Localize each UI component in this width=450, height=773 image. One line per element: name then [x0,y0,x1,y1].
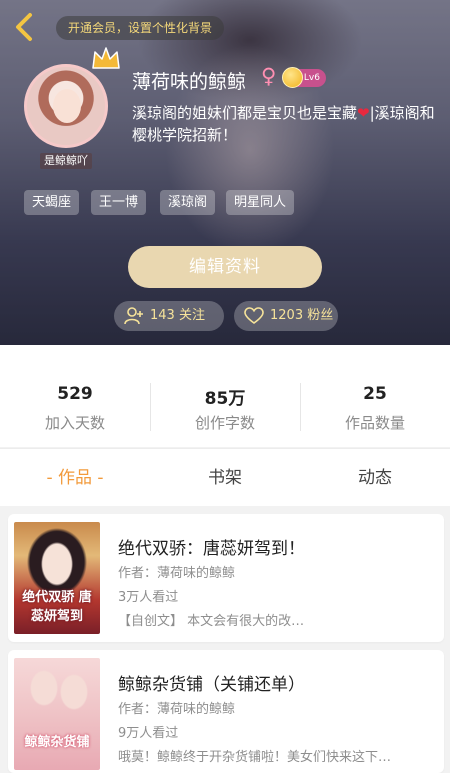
tab-activity[interactable]: 动态 [300,449,450,507]
stat-join-days: 529 加入天数 [44,384,105,432]
book-cover[interactable]: 鲸鲸杂货铺 [14,658,100,770]
book-cover[interactable]: 绝代双骄 唐蕊妍驾到 [14,522,100,634]
vip-background-tip[interactable]: 开通会员，设置个性化背景 [56,16,225,40]
level-coin-icon [282,67,303,88]
work-author: 作者：薄荷味的鲸鲸 [118,702,236,717]
female-gender-icon: ♀ [261,64,277,88]
work-author: 作者：薄荷味的鲸鲸 [118,566,236,581]
work-description: 【自创文】 本文会有很大的改… [118,614,305,629]
crown-icon [90,44,122,72]
add-follow-icon [124,307,143,325]
edit-profile-button[interactable]: 编辑资料 [128,246,322,288]
fans-button[interactable]: 1203 粉丝 [234,301,338,331]
profile-header: 开通会员，设置个性化背景 是鲸鲸吖 薄荷味的鲸鲸 ♀ Lv6 溪琼阁的姐妹们都是… [0,0,450,345]
following-button[interactable]: 143 关注 [114,301,224,331]
cover-title: 鲸鲸杂货铺 [24,735,90,750]
work-readers: 3万人看过 [118,590,179,605]
work-card[interactable]: 鲸鲸杂货铺 鲸鲸杂货铺（关铺还单） 作者：薄荷味的鲸鲸 9万人看过 哦莫！鲸鲸终… [8,650,444,773]
level-badge: Lv6 [282,67,326,88]
heart-icon: ❤ [357,104,370,122]
heart-outline-icon [244,307,264,324]
stat-word-count: 85万 创作字数 [194,389,255,432]
tab-works[interactable]: - 作品 - [0,449,150,507]
tab-bookshelf[interactable]: 书架 [150,449,300,507]
profile-tag[interactable]: 天蝎座 [24,190,80,215]
avatar-caption: 是鲸鲸吖 [40,153,92,169]
back-arrow-icon[interactable] [10,12,40,42]
stat-work-count: 25 作品数量 [344,384,405,432]
work-readers: 9万人看过 [118,726,179,741]
profile-tabs: - 作品 - 书架 动态 [0,448,450,506]
work-card[interactable]: 绝代双骄 唐蕊妍驾到 绝代双骄：唐蕊妍驾到！ 作者：薄荷味的鲸鲸 3万人看过 【… [8,514,444,642]
profile-stats: 529 加入天数 85万 创作字数 25 作品数量 [0,345,450,447]
profile-tag[interactable]: 明星同人 [226,190,295,215]
cover-title: 绝代双骄 唐蕊妍驾到 [22,590,92,624]
work-title: 绝代双骄：唐蕊妍驾到！ [118,539,305,559]
avatar[interactable] [24,64,108,148]
nickname: 薄荷味的鲸鲸 [132,71,247,93]
profile-bio: 溪琼阁的姐妹们都是宝贝也是宝藏❤|溪琼阁和樱桃学院招新！ [132,104,435,144]
work-description: 哦莫！鲸鲸终于开杂货铺啦！美女们快来这下… [118,750,392,765]
profile-tag[interactable]: 溪琼阁 [160,190,216,215]
profile-tag[interactable]: 王一博 [91,190,147,215]
work-title: 鲸鲸杂货铺（关铺还单） [118,675,305,695]
